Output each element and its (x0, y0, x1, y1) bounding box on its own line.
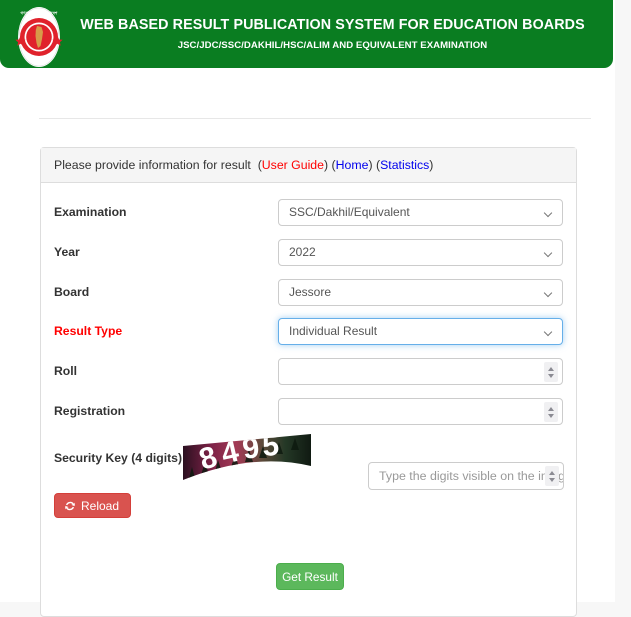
year-select[interactable]: 2022 (278, 239, 563, 266)
year-value: 2022 (289, 245, 316, 259)
registration-input[interactable] (278, 398, 563, 425)
result-type-label: Result Type (54, 324, 123, 338)
examination-label: Examination (54, 205, 127, 219)
stepper-up-icon[interactable] (548, 406, 554, 411)
security-key-label: Security Key (4 digits) (54, 451, 183, 465)
banner-title-group: WEB BASED RESULT PUBLICATION SYSTEM FOR … (70, 0, 595, 68)
board-label: Board (54, 285, 90, 299)
captcha-image: 8 4 9 5 (183, 434, 311, 489)
form-row-examination: Examination SSC/Dakhil/Equivalent (41, 199, 576, 229)
result-type-select[interactable]: Individual Result (278, 318, 563, 345)
svg-text:গণপ্রজাতন্ত্রী বাংলাদেশ: গণপ্রজাতন্ত্রী বাংলাদেশ (21, 10, 59, 16)
roll-input[interactable] (278, 358, 563, 385)
home-link[interactable]: Home (336, 158, 369, 172)
chevron-down-icon (545, 290, 553, 295)
site-header-banner: গণপ্রজাতন্ত্রী বাংলাদেশ সরকার WEB BASED … (0, 0, 613, 68)
get-result-button[interactable]: Get Result (276, 563, 344, 590)
security-key-input[interactable]: Type the digits visible on the image (368, 462, 564, 490)
examination-value: SSC/Dakhil/Equivalent (289, 205, 410, 219)
panel-heading-label: Please provide information for result (54, 158, 251, 172)
roll-label: Roll (54, 364, 78, 378)
stepper-down-icon[interactable] (548, 373, 554, 378)
stepper-up-icon[interactable] (549, 470, 555, 475)
form-row-roll: Roll (41, 358, 576, 388)
bangladesh-government-emblem-icon: গণপ্রজাতন্ত্রী বাংলাদেশ সরকার (15, 7, 63, 67)
roll-stepper[interactable] (544, 362, 558, 382)
board-value: Jessore (289, 285, 332, 299)
user-guide-link[interactable]: User Guide (262, 158, 324, 172)
chevron-down-icon (545, 250, 553, 255)
statistics-link[interactable]: Statistics (380, 158, 429, 172)
panel-heading-text: Please provide information for result (U… (54, 158, 434, 172)
get-result-label: Get Result (282, 569, 338, 584)
year-label: Year (54, 245, 80, 259)
reload-label: Reload (81, 498, 120, 513)
chevron-down-icon (545, 329, 553, 334)
page-canvas: গণপ্রজাতন্ত্রী বাংলাদেশ সরকার WEB BASED … (0, 0, 615, 617)
form-row-result-type: Result Type Individual Result (41, 318, 576, 348)
reload-captcha-button[interactable]: Reload (54, 493, 132, 518)
form-row-year: Year 2022 (41, 239, 576, 269)
panel-heading: Please provide information for result (U… (41, 148, 576, 183)
registration-label: Registration (54, 404, 126, 418)
security-key-stepper[interactable] (545, 466, 559, 486)
form-row-registration: Registration (41, 398, 576, 428)
content-divider (39, 118, 591, 119)
registration-stepper[interactable] (544, 402, 558, 422)
stepper-down-icon[interactable] (549, 477, 555, 482)
examination-select[interactable]: SSC/Dakhil/Equivalent (278, 199, 563, 226)
chevron-down-icon (545, 210, 553, 215)
form-row-board: Board Jessore (41, 279, 576, 309)
stepper-up-icon[interactable] (548, 366, 554, 371)
result-form-panel: Please provide information for result (U… (40, 147, 577, 617)
security-key-placeholder: Type the digits visible on the image (379, 469, 564, 483)
refresh-icon (64, 501, 76, 510)
svg-text:সরকার: সরকার (32, 60, 45, 65)
result-type-value: Individual Result (289, 324, 378, 338)
page-subtitle: JSC/JDC/SSC/DAKHIL/HSC/ALIM AND EQUIVALE… (177, 40, 488, 51)
stepper-down-icon[interactable] (548, 413, 554, 418)
page-title: WEB BASED RESULT PUBLICATION SYSTEM FOR … (80, 17, 585, 33)
board-select[interactable]: Jessore (278, 279, 563, 306)
